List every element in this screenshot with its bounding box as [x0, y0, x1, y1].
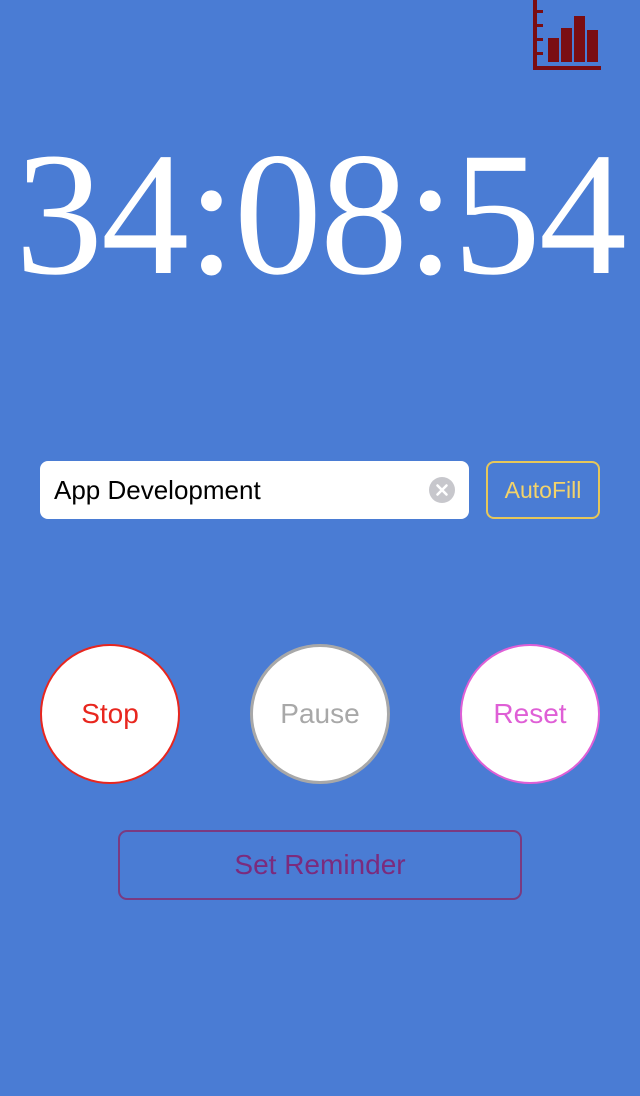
clear-circle-icon[interactable] — [429, 477, 455, 503]
task-field[interactable] — [40, 461, 469, 519]
stop-button[interactable]: Stop — [40, 644, 180, 784]
bar-chart-icon — [533, 0, 601, 70]
autofill-button[interactable]: AutoFill — [486, 461, 600, 519]
set-reminder-button[interactable]: Set Reminder — [118, 830, 522, 900]
stats-button[interactable] — [530, 0, 604, 72]
task-input[interactable] — [54, 461, 414, 519]
pause-button[interactable]: Pause — [250, 644, 390, 784]
timer-display: 34:08:54 — [15, 117, 627, 312]
reset-button[interactable]: Reset — [460, 644, 600, 784]
